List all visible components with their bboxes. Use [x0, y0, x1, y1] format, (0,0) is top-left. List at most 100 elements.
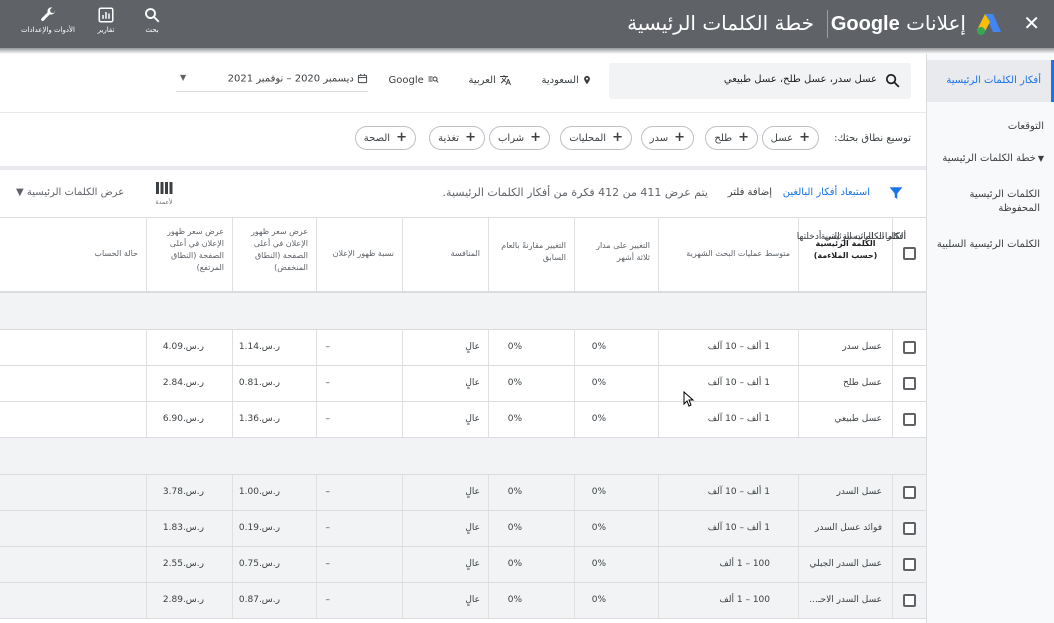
network-selector[interactable]: Google: [389, 74, 439, 86]
cell-impression-share: –: [316, 583, 402, 618]
nav-item-keyword-ideas[interactable]: أفكار الكلمات الرئيسية: [927, 60, 1054, 102]
nav-item-saved-keywords[interactable]: الكلمات الرئيسية المحفوظة: [927, 188, 1054, 216]
header-keyword[interactable]: الكلمة الرئيسية (حسب الملاءمة): [798, 218, 892, 291]
header-yoy-change[interactable]: التغيير مقارنةً بالعام السابق: [488, 218, 574, 291]
brand-name: إعلانات Google: [830, 11, 966, 35]
cell-bid-low: ر.س.1.14: [232, 330, 316, 365]
chip-add-keyword[interactable]: +عسل: [761, 126, 819, 150]
reports-icon: [98, 7, 114, 23]
plus-icon: +: [612, 130, 623, 145]
search-icon: [145, 8, 160, 23]
plus-icon: +: [530, 130, 541, 145]
date-range-selector[interactable]: ديسمبر 2020 – نوفمبر 2021 ▼: [176, 68, 368, 92]
select-all-checkbox[interactable]: [903, 247, 916, 260]
reports-tool-button[interactable]: تقارير: [76, 6, 136, 34]
cell-bid-low: ر.س.0.75: [232, 547, 316, 582]
language-selector[interactable]: العربية: [468, 74, 512, 86]
table-row[interactable]: فوائد عسل السدر 1 ألف – 10 آلف 0% 0% عالٍ – ر.…: [0, 511, 926, 547]
add-filter-button[interactable]: إضافة فلتر: [728, 187, 772, 198]
header-three-month-change[interactable]: التغيير على مدار ثلاثة أشهر: [574, 218, 658, 291]
nav-item-keyword-plan[interactable]: ▼خطة الكلمات الرئيسية: [927, 152, 1054, 166]
table-row[interactable]: عسل السدر الاحـ... 100 – 1 ألف 0% 0% عالٍ – ر.…: [0, 583, 926, 619]
chip-add-keyword[interactable]: +تغذية: [429, 126, 485, 150]
cell-keyword: عسل السدر الاحـ...: [798, 583, 892, 618]
page-title: خطة الكلمات الرئيسية: [627, 11, 814, 35]
nav-item-forecasts[interactable]: التوقعات: [927, 120, 1054, 134]
row-checkbox[interactable]: [903, 341, 916, 354]
cell-competition: عالٍ: [402, 402, 488, 437]
cell-impression-share: –: [316, 475, 402, 510]
side-navigation: أفكار الكلمات الرئيسية التوقعات ▼خطة الك…: [926, 54, 1054, 623]
header-bid-high[interactable]: عرض سعر ظهور الإعلان في أعلى الصفحة (الن…: [146, 218, 232, 291]
cell-keyword: عسل السدر الجبلي: [798, 547, 892, 582]
cell-competition: عالٍ: [402, 330, 488, 365]
translate-icon: [500, 75, 511, 85]
cell-account-status: [0, 475, 146, 510]
cell-three-month-change: 0%: [574, 547, 658, 582]
cell-avg-searches: 100 – 1 ألف: [658, 547, 798, 582]
row-checkbox[interactable]: [903, 377, 916, 390]
row-checkbox[interactable]: [903, 486, 916, 499]
cell-competition: عالٍ: [402, 511, 488, 546]
exclude-adult-ideas-link[interactable]: استبعاد أفكار البالغين: [783, 187, 870, 198]
chip-add-keyword[interactable]: +طلح: [705, 126, 758, 150]
keyword-search-input[interactable]: عسل سدر، عسل طلح، عسل طبيعي: [609, 63, 911, 99]
cell-yoy-change: 0%: [488, 475, 574, 510]
columns-button[interactable]: لأعمدة: [154, 180, 174, 206]
location-pin-icon: [584, 75, 590, 85]
cell-avg-searches: 1 ألف – 10 آلف: [658, 330, 798, 365]
row-checkbox[interactable]: [903, 522, 916, 535]
table-row[interactable]: عسل طبيعي 1 ألف – 10 آلف 0% 0% عالٍ – ر.س.1.36…: [0, 402, 926, 438]
chip-add-keyword[interactable]: +المحليات: [560, 126, 632, 150]
header-competition[interactable]: المنافسة: [402, 218, 488, 291]
plus-icon: +: [799, 130, 810, 145]
mouse-cursor-icon: [683, 391, 695, 407]
table-row[interactable]: عسل سدر 1 ألف – 10 آلف 0% 0% عالٍ – ر.س.1.14 ر.…: [0, 330, 926, 366]
view-keywords-selector[interactable]: عرض الكلمات الرئيسية ▼: [16, 187, 124, 198]
close-icon: ✕: [1023, 11, 1040, 35]
search-settings-row: عسل سدر، عسل طلح، عسل طبيعي السعودية الع…: [0, 54, 926, 110]
header-account-status[interactable]: حالة الحساب: [0, 218, 146, 291]
cell-yoy-change: 0%: [488, 547, 574, 582]
cell-keyword: عسل سدر: [798, 330, 892, 365]
row-checkbox[interactable]: [903, 558, 916, 571]
chevron-down-icon: ▼: [1037, 154, 1044, 163]
broaden-search-label: توسيع نطاق بحثك:: [834, 133, 911, 144]
cell-competition: عالٍ: [402, 583, 488, 618]
nav-item-negative-keywords[interactable]: الكلمات الرئيسية السلبية: [927, 238, 1054, 252]
main-content: عسل سدر، عسل طلح، عسل طبيعي السعودية الع…: [0, 54, 926, 623]
location-selector[interactable]: السعودية: [541, 74, 592, 86]
plus-icon: +: [396, 130, 407, 145]
filter-icon[interactable]: [888, 186, 904, 200]
cell-three-month-change: 0%: [574, 475, 658, 510]
cell-bid-low: ر.س.1.00: [232, 475, 316, 510]
cell-keyword: عسل السدر: [798, 475, 892, 510]
cell-account-status: [0, 511, 146, 546]
chip-add-keyword[interactable]: +شراب: [489, 126, 550, 150]
cell-avg-searches: 100 – 1 ألف: [658, 583, 798, 618]
cell-avg-searches: 1 ألف – 10 آلف: [658, 402, 798, 437]
cell-keyword: عسل طبيعي: [798, 402, 892, 437]
table-row[interactable]: عسل السدر 1 ألف – 10 آلف 0% 0% عالٍ – ر.س.1.00…: [0, 475, 926, 511]
header-avg-searches[interactable]: متوسط عمليات البحث الشهرية: [658, 218, 798, 291]
row-checkbox[interactable]: [903, 413, 916, 426]
chip-add-keyword[interactable]: +سدر: [640, 126, 694, 150]
table-row[interactable]: عسل السدر الجبلي 100 – 1 ألف 0% 0% عالٍ – ر.س.…: [0, 547, 926, 583]
cell-bid-low: ر.س.0.81: [232, 366, 316, 401]
dropdown-caret-icon: ▼: [180, 73, 187, 82]
cell-account-status: [0, 366, 146, 401]
cell-bid-low: ر.س.0.19: [232, 511, 316, 546]
search-icon: [885, 73, 900, 88]
header-bid-low[interactable]: عرض سعر ظهور الإعلان في أعلى الصفحة (الن…: [232, 218, 316, 291]
cell-competition: عالٍ: [402, 366, 488, 401]
wrench-icon: [41, 7, 56, 21]
close-button[interactable]: ✕: [1023, 12, 1040, 34]
table-row[interactable]: عسل طلح 1 ألف – 10 آلف 0% 0% عالٍ – ر.س.0.81 ر.…: [0, 366, 926, 402]
tools-settings-button[interactable]: الأدوات والإعدادات: [18, 6, 78, 34]
chip-add-keyword[interactable]: +الصحة: [354, 126, 416, 150]
results-count-text: يتم عرض 411 من 412 فكرة من أفكار الكلمات…: [442, 186, 708, 199]
cell-impression-share: –: [316, 547, 402, 582]
row-checkbox[interactable]: [903, 594, 916, 607]
cell-impression-share: –: [316, 402, 402, 437]
header-impression-share[interactable]: نسبة ظهور الإعلان: [316, 218, 402, 291]
